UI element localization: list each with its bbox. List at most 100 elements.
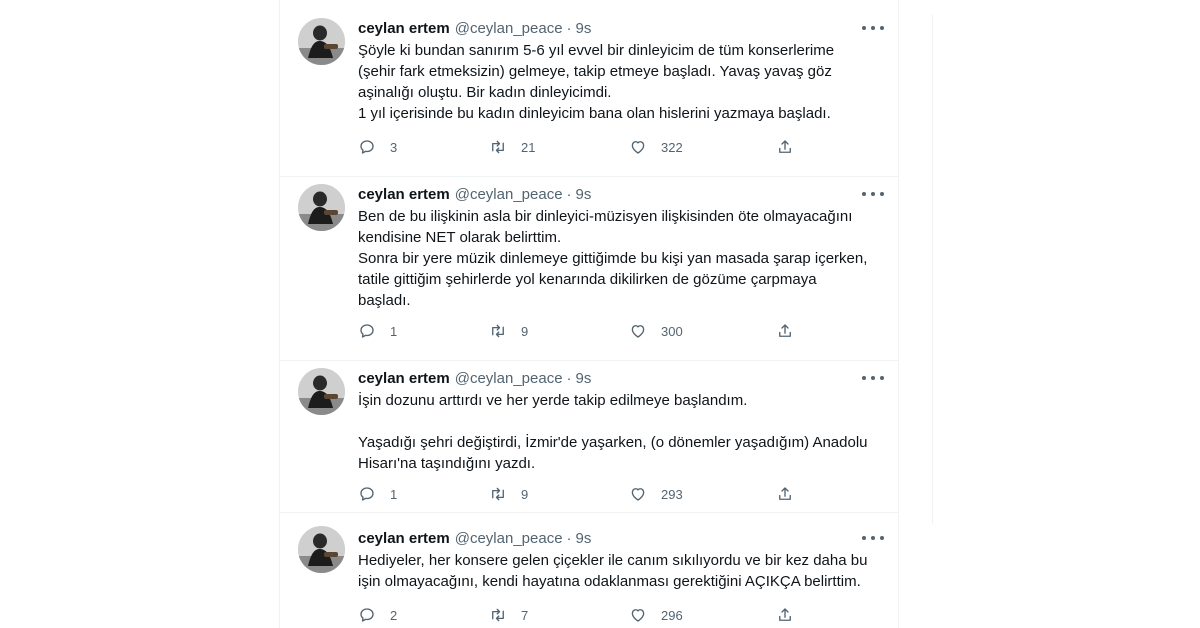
separator: · [566,185,572,203]
like-count: 293 [661,486,683,502]
tweet[interactable]: ceylan ertem @ceylan_peace · 9s Ben de b… [280,166,898,360]
retweet-button[interactable]: 9 [489,320,528,342]
tweet-actions: 1 9 300 [358,320,798,342]
tweet-header: ceylan ertem @ceylan_peace · 9s [358,18,591,38]
timestamp[interactable]: 9s [576,20,592,37]
author-handle[interactable]: @ceylan_peace [455,530,563,547]
retweet-button[interactable]: 7 [489,604,528,626]
retweet-count: 7 [521,607,529,623]
reply-button[interactable]: 1 [358,483,397,505]
share-icon [779,140,791,153]
tweet-text: Şöyle ki bundan sanırım 5-6 yıl evvel bi… [358,40,888,124]
tweet-line: tatile gittiğim şehirlerde yol kenarında… [358,271,817,288]
avatar[interactable] [298,526,345,573]
more-options-icon[interactable] [862,188,884,200]
timestamp[interactable]: 9s [576,370,592,387]
tweet-line: Hediyeler, her konsere gelen çiçekler il… [358,552,868,569]
retweet-icon [492,324,504,338]
heart-icon [631,488,645,501]
heart-icon [631,609,645,622]
like-count: 296 [661,607,683,623]
separator: · [566,19,572,37]
tweet-line: İşin dozunu arttırdı ve her yerde takip … [358,392,748,409]
sidebar-divider [932,14,933,524]
share-button[interactable] [776,604,794,626]
author-handle[interactable]: @ceylan_peace [455,186,563,203]
tweet-line: Şöyle ki bundan sanırım 5-6 yıl evvel bi… [358,42,835,59]
tweet-line: başladı. [358,292,411,309]
more-options-icon[interactable] [862,372,884,384]
retweet-count: 9 [521,486,529,502]
tweet[interactable]: ceylan ertem @ceylan_peace · 9s Hediyele… [280,512,898,628]
heart-icon [631,141,645,154]
avatar[interactable] [298,184,345,231]
tweet-line: işin olmayacağını, kendi hayatına odakla… [358,573,861,590]
tweet-line: aşinalığı oluştu. Bir kadın dinleyicimdi… [358,84,612,101]
retweet-button[interactable]: 9 [489,483,528,505]
tweet-actions: 2 7 296 [358,604,798,626]
author-name[interactable]: ceylan ertem [358,186,450,203]
retweet-icon [492,608,504,622]
author-handle[interactable]: @ceylan_peace [455,20,563,37]
reply-count: 1 [390,486,398,502]
timestamp[interactable]: 9s [576,186,592,203]
reply-count: 3 [390,139,398,155]
tweet-header: ceylan ertem @ceylan_peace · 9s [358,184,591,204]
reply-icon [360,608,374,622]
tweet-text: Hediyeler, her konsere gelen çiçekler il… [358,550,888,592]
tweet-line: (şehir fark etmeksizin) gelmeye, takip e… [358,63,832,80]
retweet-icon [492,140,504,154]
timestamp[interactable]: 9s [576,530,592,547]
tweet-header: ceylan ertem @ceylan_peace · 9s [358,368,591,388]
tweet-line: Ben de bu ilişkinin asla bir dinleyici-m… [358,208,853,225]
like-count: 322 [661,139,683,155]
reply-count: 1 [390,323,398,339]
tweet-thread: ceylan ertem @ceylan_peace · 9s Şöyle ki… [279,0,899,628]
tweet-line: Sonra bir yere müzik dinlemeye gittiğimd… [358,250,868,267]
tweet-header: ceylan ertem @ceylan_peace · 9s [358,528,591,548]
share-icon [779,487,791,500]
author-name[interactable]: ceylan ertem [358,370,450,387]
like-button[interactable]: 300 [629,320,683,342]
author-name[interactable]: ceylan ertem [358,20,450,37]
like-button[interactable]: 322 [629,136,683,158]
reply-icon [360,324,374,338]
tweet-actions: 1 9 293 [358,483,798,505]
reply-button[interactable]: 3 [358,136,397,158]
more-options-icon[interactable] [862,22,884,34]
share-button[interactable] [776,136,794,158]
retweet-count: 9 [521,323,529,339]
reply-icon [360,487,374,501]
reply-button[interactable]: 2 [358,604,397,626]
share-icon [779,324,791,337]
reply-button[interactable]: 1 [358,320,397,342]
tweet-text: İşin dozunu arttırdı ve her yerde takip … [358,390,888,474]
like-count: 300 [661,323,683,339]
separator: · [566,529,572,547]
retweet-button[interactable]: 21 [489,136,535,158]
separator: · [566,369,572,387]
more-options-icon[interactable] [862,532,884,544]
heart-icon [631,325,645,338]
like-button[interactable]: 293 [629,483,683,505]
author-name[interactable]: ceylan ertem [358,530,450,547]
tweet[interactable]: ceylan ertem @ceylan_peace · 9s İşin doz… [280,350,898,512]
retweet-count: 21 [521,139,536,155]
like-button[interactable]: 296 [629,604,683,626]
avatar[interactable] [298,368,345,415]
tweet-line: kendisine NET olarak belirttim. [358,229,562,246]
tweet-text: Ben de bu ilişkinin asla bir dinleyici-m… [358,206,888,311]
tweet-line: 1 yıl içerisinde bu kadın dinleyicim ban… [358,105,831,122]
tweet-actions: 3 21 322 [358,136,798,158]
reply-count: 2 [390,607,398,623]
avatar[interactable] [298,18,345,65]
author-handle[interactable]: @ceylan_peace [455,370,563,387]
retweet-icon [492,487,504,501]
tweet[interactable]: ceylan ertem @ceylan_peace · 9s Şöyle ki… [280,0,898,176]
tweet-line: Yaşadığı şehri değiştirdi, İzmir'de yaşa… [358,434,868,451]
share-button[interactable] [776,320,794,342]
share-icon [779,608,791,621]
reply-icon [360,140,374,154]
tweet-line: Hisarı'na taşındığını yazdı. [358,455,536,472]
share-button[interactable] [776,483,794,505]
